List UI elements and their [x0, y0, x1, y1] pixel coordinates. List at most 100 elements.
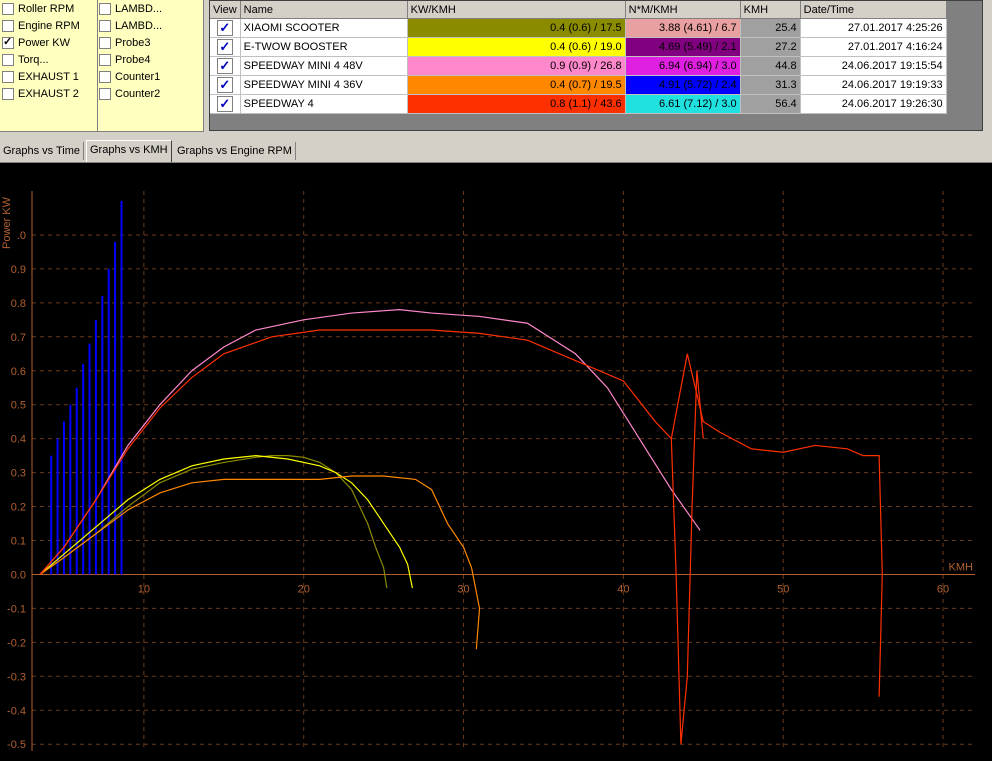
- kw-kmh-cell: 0.4 (0.7) / 19.5: [407, 75, 626, 95]
- checkbox-box[interactable]: [2, 53, 14, 66]
- series-line-3: [39, 475, 481, 650]
- y-tick-label: -0.5: [7, 739, 26, 751]
- graph-tabs: Graphs vs Time Graphs vs KMH Graphs vs Eng…: [0, 140, 992, 163]
- kw-kmh-cell: 0.4 (0.6) / 17.5: [407, 18, 626, 38]
- y-tick-label: 0.3: [11, 468, 26, 480]
- checkbox-box[interactable]: [99, 70, 111, 83]
- run-name: XIAOMI SCOOTER: [240, 18, 408, 38]
- table-row[interactable]: ✓ XIAOMI SCOOTER 0.4 (0.6) / 17.5 3.88 (4.6…: [210, 18, 947, 38]
- run-name: SPEEDWAY 4: [240, 94, 408, 114]
- checkbox-box[interactable]: [2, 35, 14, 49]
- kmh-cell: 44.8: [740, 56, 801, 76]
- col2-checkbox-4[interactable]: Counter1: [99, 68, 199, 85]
- col2-checkbox-5[interactable]: Counter2: [99, 85, 199, 102]
- column-header-5[interactable]: Date/Time: [800, 1, 947, 19]
- column-header-2[interactable]: KW/KMH: [407, 1, 626, 19]
- power-chart: .0 0.9 0.8 0.7 0.6 0.5 0.4 0.3 0.2 0.1 0.0 -0.1 -0.2…: [0, 163, 992, 761]
- x-tick-label: 20: [298, 583, 310, 595]
- checkbox-label: LAMBD...: [115, 2, 163, 15]
- col2-checkbox-3[interactable]: Probe4: [99, 51, 199, 68]
- checkbox-box[interactable]: [99, 87, 111, 100]
- column-header-3[interactable]: N*M/KMH: [625, 1, 741, 19]
- y-tick-label: -0.3: [7, 671, 26, 683]
- checkbox-label: Roller RPM: [18, 2, 75, 15]
- y-tick-label: 0.9: [11, 264, 26, 276]
- view-check-icon[interactable]: ✓: [216, 20, 233, 36]
- kw-kmh-cell: 0.9 (0.9) / 26.8: [407, 56, 626, 76]
- checkbox-label: EXHAUST 1: [18, 70, 79, 83]
- col2-checkbox-1[interactable]: LAMBD...: [99, 17, 199, 34]
- kmh-cell: 27.2: [740, 37, 801, 57]
- y-tick-label: -0.2: [7, 637, 26, 649]
- view-check-icon[interactable]: ✓: [216, 77, 233, 93]
- checkbox-box[interactable]: [2, 2, 14, 15]
- checkbox-label: Counter2: [115, 87, 161, 100]
- checkbox-box[interactable]: [2, 19, 14, 32]
- table-row[interactable]: ✓ SPEEDWAY MINI 4 36V 0.4 (0.7) / 19.5 4.91…: [210, 75, 947, 95]
- x-tick-label: 30: [457, 583, 469, 595]
- checkbox-box[interactable]: [2, 70, 14, 83]
- nm-kmh-cell: 4.91 (5.72) / 2.4: [625, 75, 741, 95]
- col1-checkbox-2[interactable]: Power KW: [2, 34, 96, 51]
- nm-kmh-cell: 4.69 (5.49) / 2.1: [625, 37, 741, 57]
- y-tick-label: 0.0: [11, 569, 26, 581]
- power-chart-svg: .0 0.9 0.8 0.7 0.6 0.5 0.4 0.3 0.2 0.1 0.0 -0.1 -0.2…: [1, 191, 975, 751]
- checkbox-box[interactable]: [99, 36, 111, 49]
- x-tick-label: 10: [138, 583, 150, 595]
- checkbox-label: Power KW: [18, 36, 70, 49]
- view-check-icon[interactable]: ✓: [216, 39, 233, 55]
- tab-2[interactable]: Graphs vs Engine RPM: [174, 142, 296, 160]
- checkbox-box[interactable]: [99, 53, 111, 66]
- tab-0[interactable]: Graphs vs Time: [0, 142, 85, 160]
- y-tick-label: .0: [17, 230, 26, 242]
- col1-checkbox-3[interactable]: Torq...: [2, 51, 96, 68]
- datetime-cell: 24.06.2017 19:19:33: [800, 75, 947, 95]
- col1-checkbox-1[interactable]: Engine RPM: [2, 17, 96, 34]
- datetime-cell: 24.06.2017 19:26:30: [800, 94, 947, 114]
- checkbox-label: EXHAUST 2: [18, 87, 79, 100]
- series-line-0: [39, 455, 388, 589]
- y-tick-label: 0.2: [11, 502, 26, 514]
- table-row[interactable]: ✓ SPEEDWAY MINI 4 48V 0.9 (0.9) / 26.8 6.94…: [210, 56, 947, 76]
- runs-table: View Name KW/KMH N*M/KMH KMH Date/Time ✓ XIAOM…: [210, 1, 947, 114]
- y-tick-label: 0.6: [11, 366, 26, 378]
- col1-checkbox-5[interactable]: EXHAUST 2: [2, 85, 96, 102]
- tab-1[interactable]: Graphs vs KMH: [86, 140, 172, 162]
- checkbox-box[interactable]: [99, 19, 111, 32]
- view-cell[interactable]: ✓: [210, 18, 241, 38]
- datetime-cell: 27.01.2017 4:16:24: [800, 37, 947, 57]
- kw-kmh-cell: 0.4 (0.6) / 19.0: [407, 37, 626, 57]
- column-header-0[interactable]: View: [210, 1, 241, 19]
- nm-kmh-cell: 6.61 (7.12) / 3.0: [625, 94, 741, 114]
- checkbox-label: Probe4: [115, 53, 151, 66]
- view-cell[interactable]: ✓: [210, 37, 241, 57]
- checkbox-box[interactable]: [99, 2, 111, 15]
- column-header-4[interactable]: KMH: [740, 1, 801, 19]
- y-tick-label: 0.4: [11, 434, 26, 446]
- x-axis-label: KMH: [949, 561, 974, 573]
- table-row[interactable]: ✓ SPEEDWAY 4 0.8 (1.1) / 43.6 6.61 (7.12) /…: [210, 94, 947, 114]
- col1-checkbox-0[interactable]: Roller RPM: [2, 0, 96, 17]
- checkbox-label: Engine RPM: [18, 19, 80, 32]
- column-header-1[interactable]: Name: [240, 1, 408, 19]
- table-row[interactable]: ✓ E-TWOW BOOSTER 0.4 (0.6) / 19.0 4.69 (5.4…: [210, 37, 947, 57]
- view-check-icon[interactable]: ✓: [216, 96, 233, 112]
- view-check-icon[interactable]: ✓: [216, 58, 233, 74]
- channel-column-1: Roller RPM Engine RPM Power KW Torq... EXHAU…: [2, 0, 96, 102]
- checkbox-box[interactable]: [2, 87, 14, 100]
- series-line-2: [39, 309, 701, 575]
- view-cell[interactable]: ✓: [210, 75, 241, 95]
- x-tick-label: 50: [777, 583, 789, 595]
- view-cell[interactable]: ✓: [210, 94, 241, 114]
- y-tick-label: 0.5: [11, 400, 26, 412]
- col2-checkbox-2[interactable]: Probe3: [99, 34, 199, 51]
- nm-kmh-cell: 3.88 (4.61) / 6.7: [625, 18, 741, 38]
- kmh-cell: 31.3: [740, 75, 801, 95]
- col1-checkbox-4[interactable]: EXHAUST 1: [2, 68, 96, 85]
- col2-checkbox-0[interactable]: LAMBD...: [99, 0, 199, 17]
- y-tick-label: -0.1: [7, 603, 26, 615]
- channel-panel: Roller RPM Engine RPM Power KW Torq... EXHAU…: [0, 0, 204, 132]
- view-cell[interactable]: ✓: [210, 56, 241, 76]
- checkbox-label: Probe3: [115, 36, 151, 49]
- run-name: SPEEDWAY MINI 4 48V: [240, 56, 408, 76]
